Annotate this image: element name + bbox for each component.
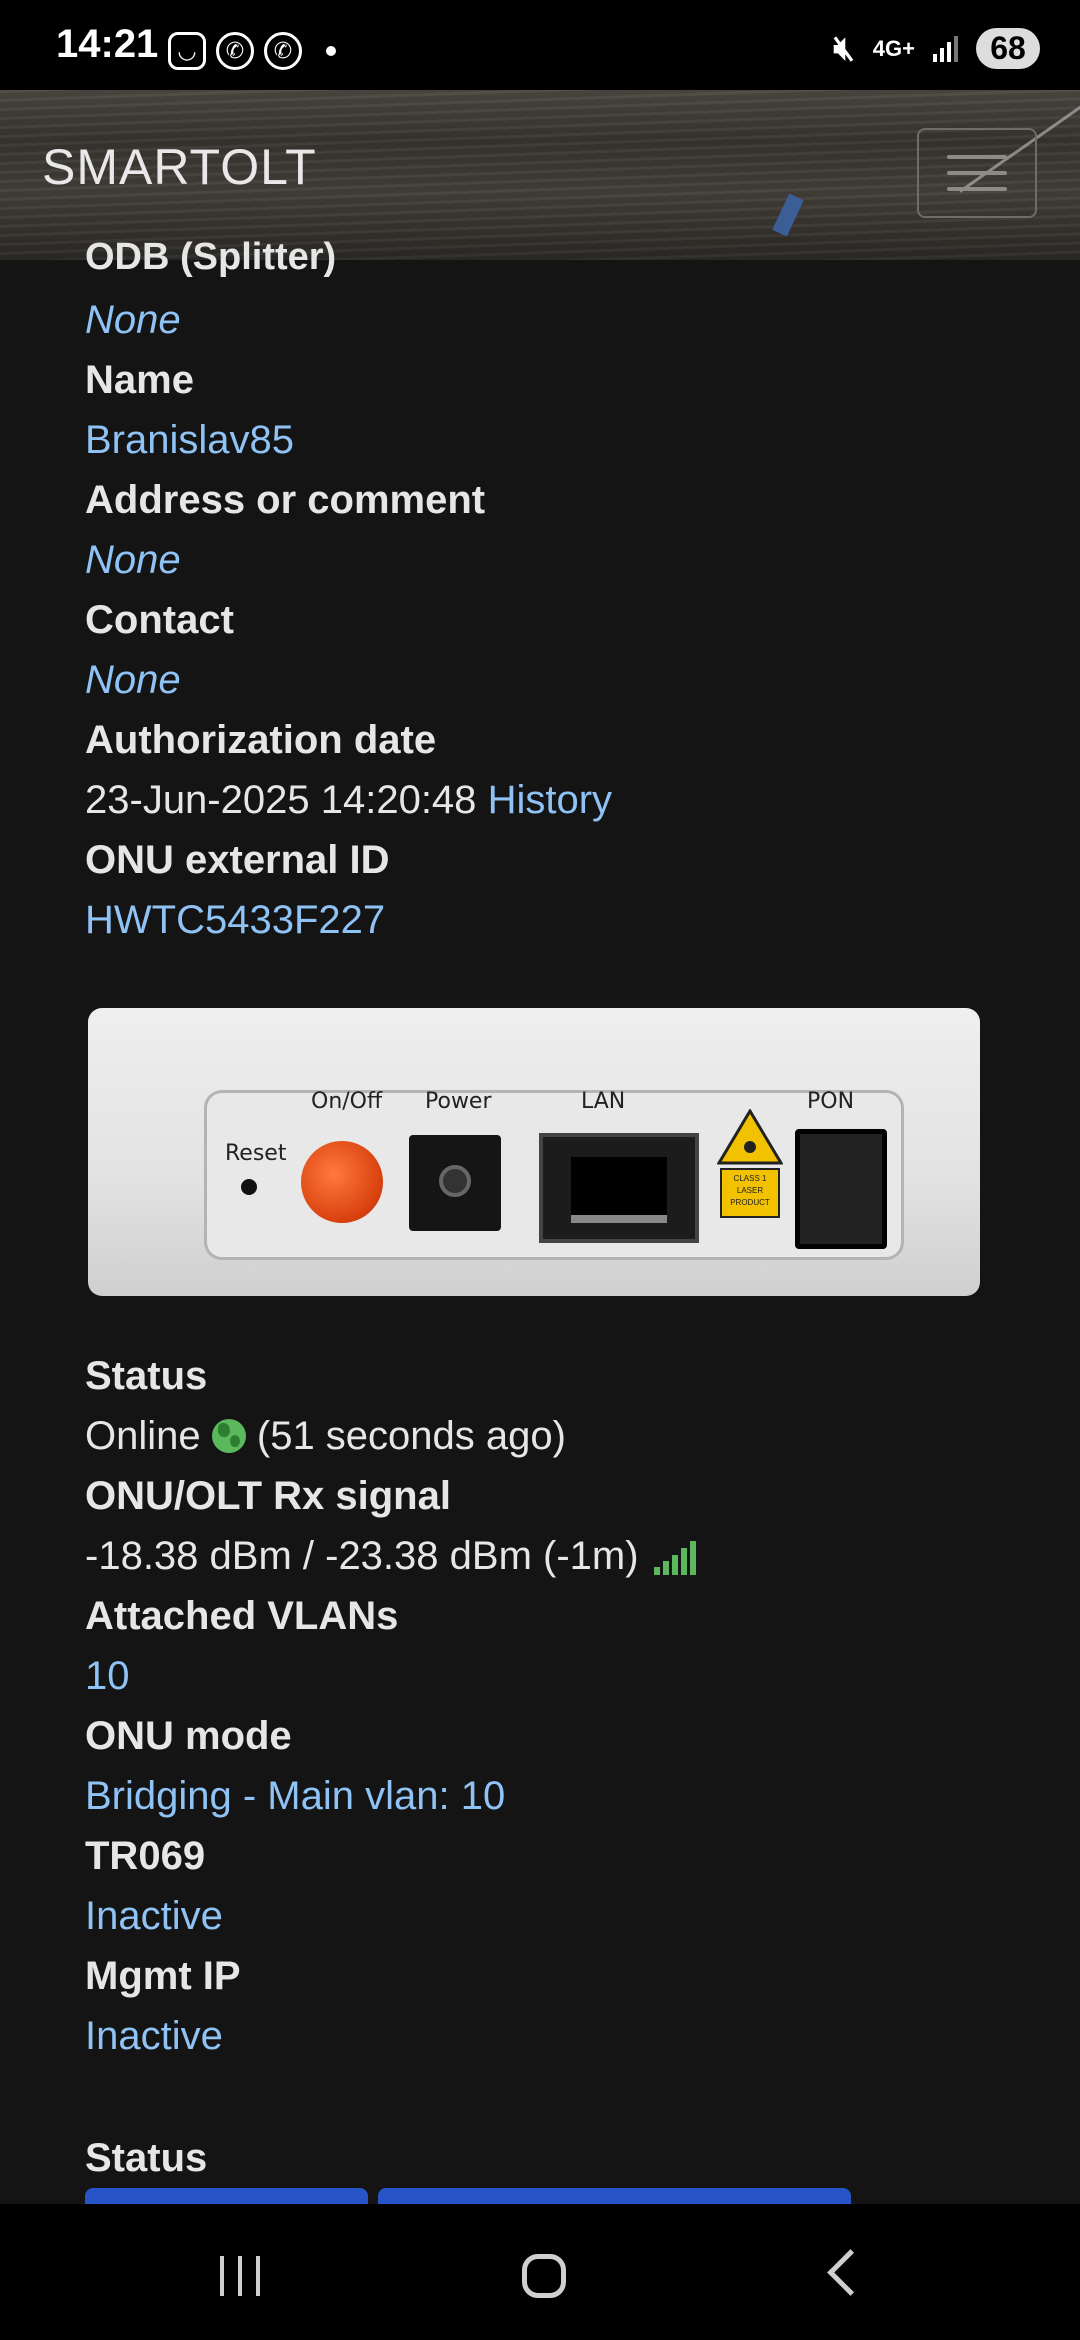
- onu-mode-label: ONU mode: [85, 1714, 292, 1758]
- lan-label: LAN: [581, 1089, 626, 1114]
- rx-signal-row: -18.38 dBm / -23.38 dBm (-1m): [85, 1526, 1005, 1586]
- mute-icon: 🔇︎: [833, 29, 855, 67]
- viber-icon: ✆: [216, 32, 254, 70]
- status-label: Status: [85, 1354, 208, 1398]
- home-icon[interactable]: [522, 2254, 566, 2298]
- mgmt-ip-link[interactable]: Inactive: [85, 2006, 1005, 2066]
- odb-label: ODB (Splitter): [85, 236, 337, 278]
- reset-label: Reset: [225, 1141, 287, 1166]
- menu-toggle-button[interactable]: [917, 128, 1037, 218]
- laser-warning-icon: CLASS 1 LASER PRODUCT: [716, 1108, 784, 1219]
- lan-port-graphic: [539, 1133, 699, 1243]
- onu-mode-link[interactable]: Bridging - Main vlan: 10: [85, 1766, 1005, 1826]
- globe-icon: [211, 1419, 246, 1453]
- address-value[interactable]: None: [85, 530, 1005, 590]
- authorization-date-label: Authorization date: [85, 718, 437, 762]
- status-row: Online (51 seconds ago): [85, 1406, 1005, 1466]
- rx-signal-label: ONU/OLT Rx signal: [85, 1474, 451, 1518]
- reset-hole: [241, 1179, 257, 1195]
- onu-status: Status Online (51 seconds ago) ONU/OLT R…: [85, 1346, 1005, 2066]
- status-online-text: Online: [85, 1414, 201, 1458]
- contact-label: Contact: [85, 598, 234, 642]
- power-jack-graphic: [409, 1135, 501, 1231]
- contact-value[interactable]: None: [85, 650, 1005, 710]
- device-port-panel: Reset On/Off Power LAN CLASS 1 LASER PRO…: [204, 1089, 904, 1260]
- onoff-button-graphic: [301, 1141, 383, 1223]
- odb-value: None: [85, 298, 181, 342]
- status-bar: 14:21 ◡ ✆ ✆ 🔇︎ 4G+ 68: [0, 0, 1080, 90]
- clock: 14:21: [56, 22, 159, 66]
- hamburger-menu-icon: [947, 155, 1007, 159]
- external-id-link[interactable]: HWTC5433F227: [85, 890, 1005, 950]
- power-label: Power: [425, 1089, 492, 1114]
- system-navigation-bar: [0, 2204, 1080, 2340]
- recent-apps-icon[interactable]: [220, 2256, 260, 2296]
- status-time-ago: (51 seconds ago): [256, 1414, 566, 1458]
- notification-app-icon: ◡: [168, 32, 206, 70]
- signal-strength-icon: [653, 1541, 696, 1575]
- battery-indicator: 68: [976, 28, 1040, 69]
- more-notifications-icon: [326, 46, 336, 56]
- vlans-value-link[interactable]: 10: [85, 1646, 1005, 1706]
- brand-logo[interactable]: SMARTOLT: [42, 138, 317, 196]
- pon-label: PON: [807, 1089, 855, 1114]
- authorization-date-row: 23-Jun-2025 14:20:48 History: [85, 770, 1005, 830]
- app-navbar: SMARTOLT: [0, 90, 1080, 260]
- network-type: 4G+: [872, 35, 915, 61]
- tr069-link[interactable]: Inactive: [85, 1886, 1005, 1946]
- tr069-label: TR069: [85, 1834, 206, 1878]
- vlans-label: Attached VLANs: [85, 1594, 399, 1638]
- laser-class-label: CLASS 1 LASER PRODUCT: [730, 1174, 770, 1207]
- onu-device-image: Reset On/Off Power LAN CLASS 1 LASER PRO…: [88, 1008, 980, 1296]
- rx-signal-value: -18.38 dBm / -23.38 dBm (-1m): [85, 1534, 639, 1578]
- history-link[interactable]: History: [488, 778, 612, 822]
- onu-details: None Name Branislav85 Address or comment…: [85, 290, 1005, 950]
- back-icon[interactable]: [827, 2249, 874, 2296]
- status-section-label: Status: [85, 2136, 208, 2180]
- mgmt-ip-label: Mgmt IP: [85, 1954, 241, 1998]
- address-label: Address or comment: [85, 478, 486, 522]
- name-label: Name: [85, 358, 194, 402]
- viber-icon: ✆: [264, 32, 302, 70]
- pon-port-graphic: [795, 1129, 887, 1249]
- onoff-label: On/Off: [311, 1089, 383, 1114]
- name-value-link[interactable]: Branislav85: [85, 410, 1005, 470]
- external-id-label: ONU external ID: [85, 838, 390, 882]
- signal-icon: [933, 35, 958, 62]
- authorization-date-value: 23-Jun-2025 14:20:48: [85, 778, 477, 822]
